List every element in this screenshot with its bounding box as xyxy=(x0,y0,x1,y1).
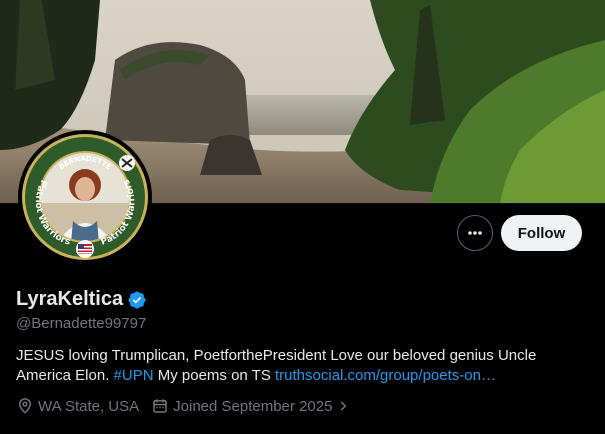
crossed-pistols-icon xyxy=(119,155,135,171)
display-name: LyraKeltica xyxy=(16,288,124,310)
calendar-icon xyxy=(153,399,167,413)
more-horizontal-icon xyxy=(468,231,482,235)
location-item: WA State, USA xyxy=(16,397,139,415)
bio-hashtag-link[interactable]: #UPN xyxy=(114,367,154,384)
profile-handle: @Bernadette99797 xyxy=(16,315,147,332)
more-options-button[interactable] xyxy=(457,215,493,251)
profile-meta: WA State, USA Joined September 2025 xyxy=(16,397,362,415)
chevron-right-icon xyxy=(341,401,347,411)
follow-button[interactable]: Follow xyxy=(501,215,582,251)
profile-name-row: LyraKeltica xyxy=(16,288,147,311)
location-pin-icon xyxy=(18,398,32,414)
avatar-image: BERNADETTE Patriot Warriors Patriot Warr… xyxy=(22,134,148,260)
profile-bio: JESUS loving Trumplican, PoetforthePresi… xyxy=(16,346,591,386)
bio-url-link[interactable]: truthsocial.com/group/poets-on… xyxy=(275,367,496,384)
verified-badge-icon[interactable] xyxy=(127,290,147,310)
profile-avatar[interactable]: BERNADETTE Patriot Warriors Patriot Warr… xyxy=(18,130,152,264)
flag-emblem-icon xyxy=(76,240,94,258)
bio-text-continued: My poems on TS xyxy=(153,367,275,384)
joined-text: Joined September 2025 xyxy=(173,397,333,415)
location-text: WA State, USA xyxy=(38,397,140,415)
joined-item[interactable]: Joined September 2025 xyxy=(151,397,350,415)
follow-counts-row-partial xyxy=(16,428,316,434)
